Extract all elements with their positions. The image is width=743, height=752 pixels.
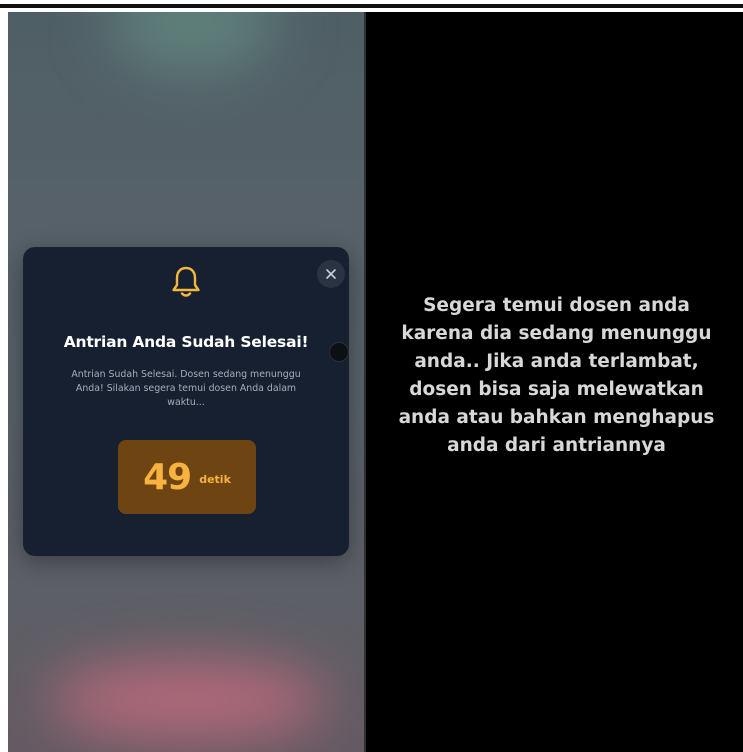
countdown-unit: detik bbox=[199, 472, 231, 486]
countdown-timer: 49 detik bbox=[118, 440, 256, 514]
caption-text: Segera temui dosen anda karena dia sedan… bbox=[370, 292, 743, 460]
caption-line: dosen bisa saja melewatkan bbox=[409, 379, 704, 400]
modal-title: Antrian Anda Sudah Selesai! bbox=[63, 333, 309, 351]
caption-line: Segera temui dosen anda bbox=[423, 295, 690, 316]
caption-line: anda atau bahkan menghapus bbox=[398, 407, 715, 428]
modal-description: Antrian Sudah Selesai. Dosen sedang menu… bbox=[71, 369, 301, 408]
close-button[interactable] bbox=[317, 260, 345, 288]
caption-line: anda.. Jika anda terlambat, bbox=[414, 351, 699, 372]
close-icon bbox=[326, 269, 336, 279]
caption-line: anda dari antriannya bbox=[447, 435, 666, 456]
bell-icon bbox=[172, 266, 200, 297]
screen-divider bbox=[364, 12, 366, 752]
caption-line: karena dia sedang menunggu bbox=[401, 323, 712, 344]
top-border bbox=[0, 4, 743, 8]
background-glow-bottom bbox=[48, 660, 328, 740]
video-frame: Antrian Anda Sudah Selesai! Antrian Suda… bbox=[8, 12, 743, 752]
screenshot-frame: Antrian Anda Sudah Selesai! Antrian Suda… bbox=[0, 0, 743, 752]
phone-screen: Antrian Anda Sudah Selesai! Antrian Suda… bbox=[8, 12, 366, 752]
floating-dot bbox=[329, 342, 349, 362]
queue-finished-modal: Antrian Anda Sudah Selesai! Antrian Suda… bbox=[23, 247, 349, 556]
countdown-value: 49 bbox=[143, 456, 192, 498]
background-glow-top bbox=[108, 12, 278, 72]
